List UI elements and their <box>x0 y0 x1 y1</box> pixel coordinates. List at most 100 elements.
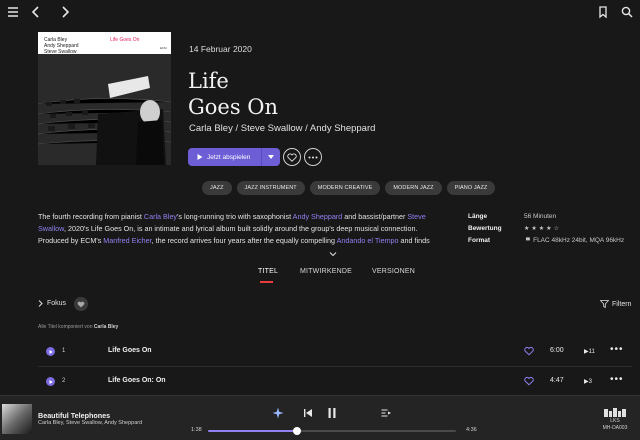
track-title: Life Goes On: On <box>108 377 166 384</box>
tab-mitwirkende[interactable]: MITWIRKENDE <box>300 268 352 275</box>
album-artists[interactable]: Carla Bley / Steve Swallow / Andy Sheppa… <box>189 123 375 134</box>
track-quality-value: 3 <box>588 379 592 385</box>
release-date: 14 Februar 2020 <box>189 44 252 54</box>
producer-link[interactable]: Manfred Eicher <box>103 236 151 245</box>
genre-tag[interactable]: PIANO JAZZ <box>446 181 496 195</box>
track-row[interactable]: 2 Life Goes On: On 4:47 ▶3 ••• <box>38 367 632 397</box>
cover-photo <box>38 54 171 165</box>
description-text: 's long-running trio with saxophonist <box>177 212 293 221</box>
focus-toggle[interactable]: Fokus <box>38 300 66 307</box>
genre-tags: JAZZ JAZZ INSTRUMENT MODERN CREATIVE MOD… <box>202 181 496 195</box>
play-icon <box>197 154 203 160</box>
description-text: , the record arrives four years after th… <box>151 236 337 245</box>
search-icon[interactable] <box>620 5 634 19</box>
meta-value: ▝▘ FLAC 48kHz 24bit, MQA 96kHz <box>524 235 624 247</box>
track-duration: 4:47 <box>550 377 564 384</box>
cover-photo-art <box>38 54 171 165</box>
forward-icon[interactable] <box>58 5 72 19</box>
queue-icon[interactable] <box>380 407 392 419</box>
menu-icon[interactable] <box>6 5 20 19</box>
now-playing-artists: Carla Bley, Steve Swallow, Andy Sheppard <box>38 420 143 426</box>
composer-name[interactable]: Carla Bley <box>94 324 118 330</box>
composer-prefix: Alle Titel komponiert von <box>38 324 94 330</box>
meta-label: Format <box>468 237 491 244</box>
genre-tag[interactable]: JAZZ INSTRUMENT <box>236 181 305 195</box>
track-quality-value: 11 <box>588 349 595 355</box>
star-empty-icon: ☆ <box>553 226 559 232</box>
focus-label: Fokus <box>47 300 67 307</box>
device-name: LKS <box>610 418 620 424</box>
meta-value: 56 Minuten <box>524 213 557 220</box>
now-playing-title[interactable]: Beautiful Telephones <box>38 411 110 420</box>
device-icon[interactable] <box>604 407 626 417</box>
output-device[interactable]: LKS MH-DA003 <box>600 418 630 432</box>
album-tabs: TITEL MITWIRKENDE VERSIONEN <box>0 268 640 286</box>
star-filled-icon: ★ <box>524 226 530 232</box>
total-time: 4:36 <box>466 427 477 433</box>
star-filled-icon: ★ <box>531 226 537 232</box>
album-title-line: Life <box>188 69 229 93</box>
track-more-icon[interactable]: ••• <box>610 375 624 385</box>
progress-fill <box>208 430 298 432</box>
elapsed-time: 1:38 <box>191 427 202 433</box>
cover-label: ECM <box>160 46 167 50</box>
cover-title: Life Goes On <box>110 37 140 43</box>
album-link[interactable]: Andando el Tiempo <box>337 236 399 245</box>
meta-rating: Bewertung ★ ★ ★ ★ ☆ <box>468 223 624 235</box>
chevron-right-icon <box>38 300 43 307</box>
heart-icon[interactable] <box>524 376 534 386</box>
track-play-button[interactable] <box>46 347 55 356</box>
rating-stars: ★ ★ ★ ★ ☆ <box>524 223 561 235</box>
play-split-button: Jetzt abspielen <box>188 148 280 166</box>
track-row[interactable]: 1 Life Goes On 6:00 ▶11 ••• <box>38 337 632 367</box>
track-quality: ▶3 <box>584 378 592 385</box>
chevron-down-icon <box>268 155 274 159</box>
artist-link[interactable]: Andy Sheppard <box>293 212 343 221</box>
artist-link[interactable]: Carla Bley <box>144 212 177 221</box>
genre-tag[interactable]: JAZZ <box>202 181 232 195</box>
play-now-button[interactable]: Jetzt abspielen <box>188 148 261 166</box>
track-play-button[interactable] <box>46 377 55 386</box>
tab-versionen[interactable]: VERSIONEN <box>372 268 415 275</box>
progress-handle[interactable] <box>293 427 302 435</box>
tab-titel[interactable]: TITEL <box>258 268 278 275</box>
progress-slider[interactable] <box>208 427 456 435</box>
back-icon[interactable] <box>29 5 43 19</box>
heart-icon <box>287 152 297 162</box>
genre-tag[interactable]: MODERN JAZZ <box>385 181 442 195</box>
now-playing-cover[interactable] <box>2 404 32 434</box>
genre-tag[interactable]: MODERN CREATIVE <box>309 181 381 195</box>
track-more-icon[interactable]: ••• <box>610 345 624 355</box>
heart-icon <box>77 301 85 307</box>
filter-icon <box>600 300 609 308</box>
star-filled-icon: ★ <box>538 226 545 232</box>
track-quality: ▶11 <box>584 348 595 355</box>
heart-icon[interactable] <box>524 346 534 356</box>
filter-button[interactable]: Filtern <box>600 300 631 308</box>
more-options-button[interactable] <box>304 148 322 166</box>
album-description: The fourth recording from pianist Carla … <box>38 211 446 247</box>
top-bar <box>0 0 640 24</box>
hires-icon: ▝▘ <box>524 238 534 244</box>
expand-description-icon[interactable] <box>329 250 337 258</box>
track-duration: 6:00 <box>550 347 564 354</box>
play-icon <box>49 379 53 384</box>
focus-favorites-button[interactable] <box>74 297 88 311</box>
bookmark-icon[interactable] <box>596 5 610 19</box>
play-options-button[interactable] <box>262 148 280 166</box>
favorite-album-button[interactable] <box>283 148 301 166</box>
device-model: MH-DA003 <box>602 425 628 431</box>
album-cover: Carla Bley Andy Sheppard Steve Swallow L… <box>38 32 171 165</box>
description-text: The fourth recording from pianist <box>38 212 144 221</box>
radio-icon[interactable] <box>272 407 284 419</box>
description-text: and finds <box>398 236 430 245</box>
play-icon <box>49 349 53 354</box>
previous-icon[interactable] <box>302 407 314 419</box>
cover-artists: Carla Bley Andy Sheppard Steve Swallow <box>44 37 78 55</box>
meta-format: Format ▝▘ FLAC 48kHz 24bit, MQA 96kHz <box>468 235 624 247</box>
meta-label: Bewertung <box>468 225 502 232</box>
album-meta: Länge 56 Minuten Bewertung ★ ★ ★ ★ ☆ Format … <box>468 211 624 247</box>
player-bar: Beautiful Telephones Carla Bley, Steve S… <box>0 395 640 440</box>
play-now-label: Jetzt abspielen <box>207 153 251 161</box>
pause-icon[interactable] <box>326 407 338 419</box>
